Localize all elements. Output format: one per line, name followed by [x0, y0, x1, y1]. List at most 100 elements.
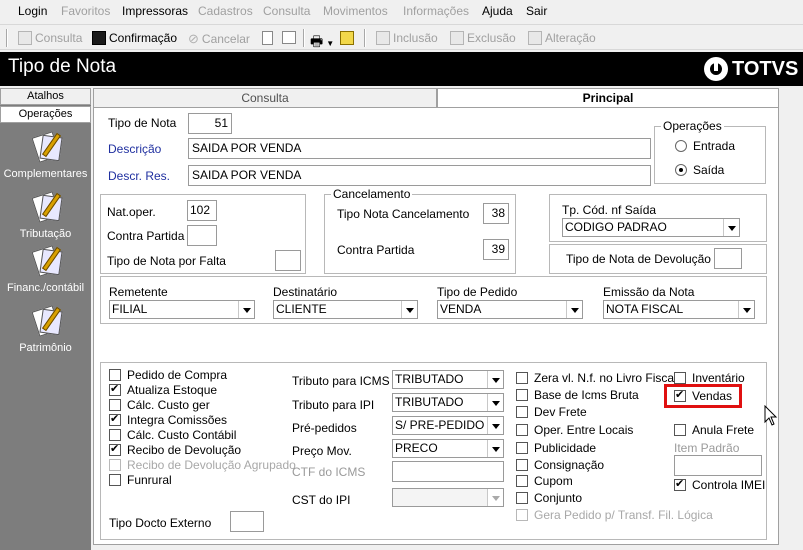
- nat-oper-field[interactable]: 102: [187, 200, 217, 221]
- tributo-ipi-select[interactable]: TRIBUTADO: [392, 393, 504, 412]
- tipo-pedido-select[interactable]: VENDA: [437, 300, 583, 319]
- page-title: Tipo de Nota: [8, 56, 117, 77]
- ctf-icms-label: CTF do ICMS: [292, 465, 366, 479]
- chevron-down-icon[interactable]: [566, 301, 582, 318]
- new-document-icon: [262, 31, 273, 45]
- title-bar: Tipo de Nota TOTVS: [0, 52, 803, 86]
- totvs-logo: TOTVS: [704, 57, 798, 81]
- calc-custo-ger-checkbox[interactable]: Cálc. Custo ger: [109, 398, 210, 412]
- menu-consulta[interactable]: Consulta: [263, 4, 310, 18]
- integra-comissoes-checkbox[interactable]: Integra Comissões: [109, 412, 227, 427]
- oper-entre-locais-checkbox[interactable]: Oper. Entre Locais: [516, 423, 633, 437]
- remetente-select[interactable]: FILIAL: [109, 300, 255, 319]
- tipo-nota-falta-field[interactable]: [275, 250, 301, 271]
- preco-mov-select[interactable]: PRECO: [392, 439, 504, 458]
- recibo-devolucao-checkbox[interactable]: Recibo de Devolução: [109, 442, 241, 457]
- cst-ipi-select[interactable]: [392, 488, 504, 507]
- contra-partida-field[interactable]: [187, 225, 217, 246]
- checkbox-label: Inventário: [692, 371, 745, 385]
- checkbox-box: [109, 399, 121, 411]
- chevron-down-icon[interactable]: [238, 301, 254, 318]
- entrada-radio[interactable]: Entrada: [675, 139, 735, 153]
- cst-ipi-label: CST do IPI: [292, 493, 351, 507]
- new-document-button[interactable]: [262, 31, 273, 45]
- descr-res-field[interactable]: SAIDA POR VENDA: [188, 165, 651, 186]
- menu-ajuda[interactable]: Ajuda: [482, 4, 513, 18]
- chevron-down-icon[interactable]: [487, 394, 503, 411]
- menu-movimentos[interactable]: Movimentos: [323, 4, 388, 18]
- conjunto-checkbox[interactable]: Conjunto: [516, 491, 582, 505]
- chevron-down-icon[interactable]: [487, 371, 503, 388]
- inclusao-button[interactable]: Inclusão: [376, 31, 438, 45]
- calc-custo-contabil-checkbox[interactable]: Cálc. Custo Contábil: [109, 428, 236, 442]
- sidebar-tab-atalhos[interactable]: Atalhos: [0, 88, 91, 105]
- atualiza-estoque-checkbox[interactable]: Atualiza Estoque: [109, 382, 218, 397]
- add-icon: [376, 31, 390, 45]
- cancelar-button[interactable]: ⊘ Cancelar: [188, 31, 250, 47]
- pre-pedidos-select[interactable]: S/ PRE-PEDIDO: [392, 416, 504, 435]
- emissao-nota-value: NOTA FISCAL: [606, 302, 684, 316]
- tributo-icms-select[interactable]: TRIBUTADO: [392, 370, 504, 389]
- consulta-button[interactable]: Consulta: [18, 31, 82, 45]
- tipo-nota-devolucao-field[interactable]: [714, 248, 742, 269]
- sidebar-item-complementares[interactable]: Complementares: [0, 131, 91, 180]
- controla-imei-checkbox[interactable]: Controla IMEI: [674, 477, 765, 492]
- chevron-down-icon[interactable]: [401, 301, 417, 318]
- descricao-field[interactable]: SAIDA POR VENDA: [188, 138, 651, 159]
- chevron-down-icon[interactable]: [487, 417, 503, 434]
- gera-pedido-transf-checkbox[interactable]: Gera Pedido p/ Transf. Fil. Lógica: [516, 508, 713, 522]
- zera-vl-nf-checkbox[interactable]: Zera vl. N.f. no Livro Fiscal: [516, 371, 677, 385]
- item-padrao-field[interactable]: [674, 455, 762, 476]
- tipo-de-nota-field[interactable]: 51: [188, 113, 232, 134]
- destinatario-value: CLIENTE: [276, 302, 327, 316]
- pedido-compra-checkbox[interactable]: Pedido de Compra: [109, 368, 227, 382]
- saida-radio[interactable]: Saída: [675, 163, 724, 177]
- sidebar-item-financ-contabil[interactable]: Financ./contábil: [0, 245, 91, 294]
- menu-login[interactable]: Login: [18, 4, 47, 18]
- checkbox-label: Atualiza Estoque: [127, 383, 218, 397]
- recibo-devolucao-agrupado-checkbox[interactable]: Recibo de Devolução Agrupado: [109, 458, 296, 472]
- checkbox-box: [516, 424, 528, 436]
- sidebar-item-patrimonio[interactable]: Patrimônio: [0, 305, 91, 354]
- consignacao-checkbox[interactable]: Consignação: [516, 458, 604, 472]
- ctf-icms-field[interactable]: [392, 461, 504, 482]
- checkbox-label: Recibo de Devolução Agrupado: [127, 458, 296, 472]
- chevron-down-icon[interactable]: [487, 440, 503, 457]
- confirmacao-button[interactable]: Confirmação: [92, 31, 177, 45]
- help-button[interactable]: [340, 31, 354, 45]
- exclusao-button[interactable]: Exclusão: [450, 31, 516, 45]
- sidebar-tab-operacoes[interactable]: Operações: [0, 106, 91, 123]
- tipo-nota-canc-field[interactable]: 38: [483, 203, 509, 224]
- cupom-checkbox[interactable]: Cupom: [516, 474, 573, 488]
- menu-cadastros[interactable]: Cadastros: [198, 4, 253, 18]
- tab-consulta[interactable]: Consulta: [93, 88, 437, 108]
- inventario-checkbox[interactable]: Inventário: [674, 371, 745, 385]
- tp-cod-nf-saida-select[interactable]: CODIGO PADRAO: [562, 218, 740, 237]
- menu-informacoes[interactable]: Informações: [403, 4, 469, 18]
- chevron-down-icon[interactable]: [738, 301, 754, 318]
- pre-pedidos-value: S/ PRE-PEDIDO: [395, 418, 485, 432]
- checkbox-box: [109, 474, 121, 486]
- remetente-label: Remetente: [109, 285, 168, 299]
- emissao-nota-select[interactable]: NOTA FISCAL: [603, 300, 755, 319]
- tab-principal[interactable]: Principal: [437, 88, 779, 108]
- menu-impressoras[interactable]: Impressoras: [122, 4, 188, 18]
- tipo-docto-externo-field[interactable]: [230, 511, 264, 532]
- publicidade-checkbox[interactable]: Publicidade: [516, 441, 596, 455]
- funrural-checkbox[interactable]: Funrural: [109, 473, 172, 487]
- radio-dot: [675, 164, 687, 176]
- chevron-down-icon[interactable]: [723, 219, 739, 236]
- sidebar-item-tributacao[interactable]: Tributação: [0, 191, 91, 240]
- alteracao-button[interactable]: Alteração: [528, 31, 596, 45]
- chevron-down-icon[interactable]: [487, 489, 503, 506]
- emissao-nota-label: Emissão da Nota: [603, 285, 695, 299]
- menu-favoritos[interactable]: Favoritos: [61, 4, 110, 18]
- dev-frete-checkbox[interactable]: Dev Frete: [516, 405, 587, 419]
- copy-button[interactable]: [282, 31, 296, 44]
- anula-frete-checkbox[interactable]: Anula Frete: [674, 423, 754, 437]
- destinatario-select[interactable]: CLIENTE: [273, 300, 418, 319]
- canc-contra-partida-field[interactable]: 39: [483, 239, 509, 260]
- menu-sair[interactable]: Sair: [526, 4, 547, 18]
- base-icms-bruta-checkbox[interactable]: Base de Icms Bruta: [516, 388, 639, 402]
- descr-res-label: Descr. Res.: [108, 169, 171, 183]
